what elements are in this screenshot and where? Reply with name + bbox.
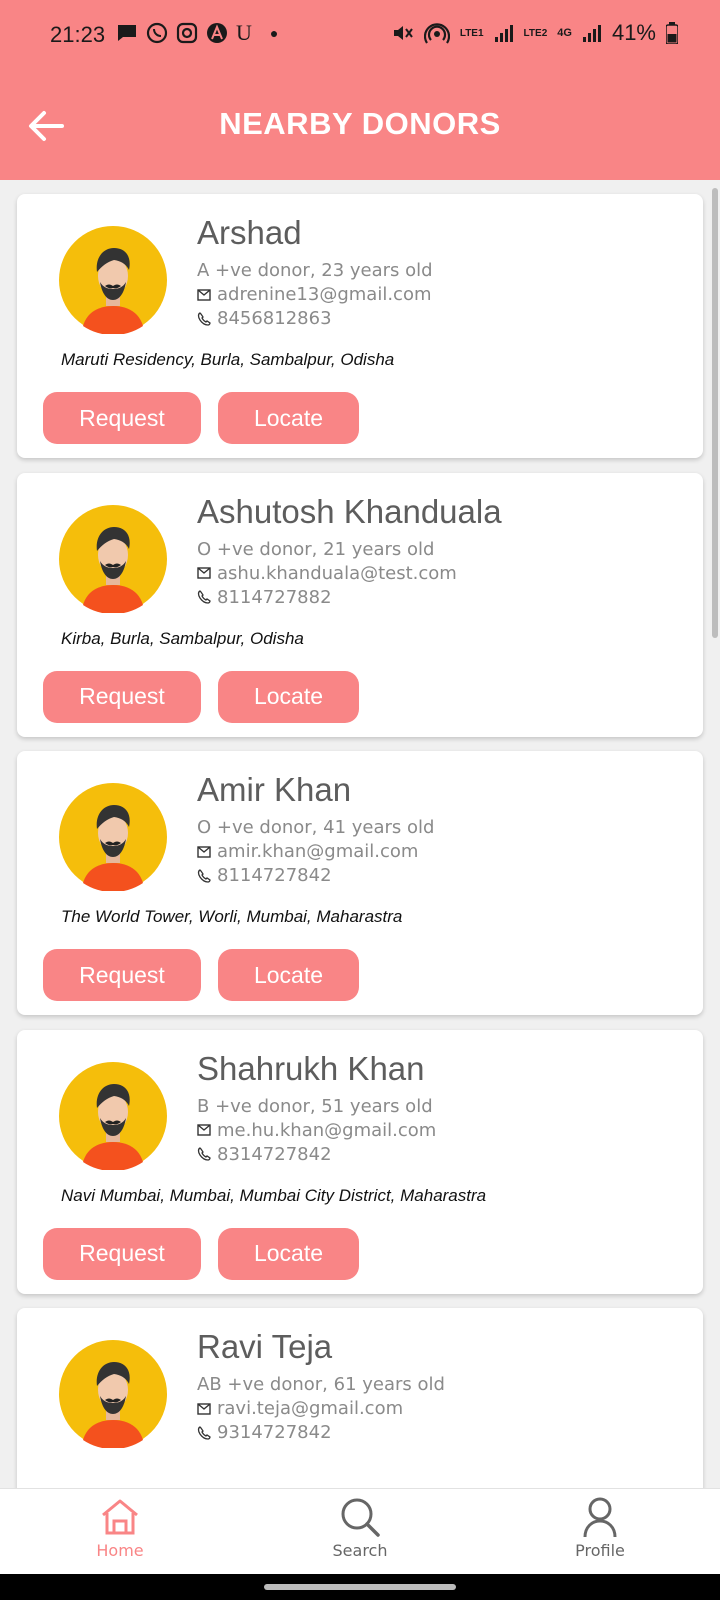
home-gesture-pill[interactable] bbox=[264, 1584, 456, 1590]
notification-icons: U ● bbox=[116, 20, 278, 46]
donor-phone: 8456812863 bbox=[197, 308, 332, 329]
avatar bbox=[59, 226, 167, 334]
donor-phone-text: 8114727842 bbox=[217, 865, 332, 886]
battery-icon bbox=[666, 22, 678, 44]
donor-phone-text: 8456812863 bbox=[217, 308, 332, 329]
donor-blood-age: B +ve donor, 51 years old bbox=[197, 1095, 433, 1117]
donor-name: Ashutosh Khanduala bbox=[197, 492, 502, 530]
donor-email-text: adrenine13@gmail.com bbox=[217, 284, 432, 305]
donor-blood-age: A +ve donor, 23 years old bbox=[197, 260, 433, 281]
instagram-icon bbox=[176, 22, 198, 44]
donor-blood-age: AB +ve donor, 61 years old bbox=[197, 1374, 445, 1395]
donor-card: Shahrukh Khan B +ve donor, 51 years old … bbox=[17, 1029, 703, 1294]
notif-letter: U bbox=[236, 20, 252, 45]
message-icon bbox=[118, 25, 136, 41]
phone-icon bbox=[197, 1147, 211, 1161]
hotspot-icon bbox=[423, 23, 450, 44]
request-button[interactable]: Request bbox=[43, 1227, 201, 1280]
mail-icon bbox=[197, 845, 211, 858]
avatar bbox=[59, 783, 167, 891]
donor-address: The World Tower, Worli, Mumbai, Maharast… bbox=[61, 907, 403, 926]
sim1-label: LTE1 bbox=[459, 27, 484, 39]
donor-email: ravi.teja@gmail.com bbox=[197, 1398, 403, 1419]
signal-icon-2 bbox=[582, 25, 601, 42]
nav-profile-label: Profile bbox=[575, 1541, 625, 1560]
phone-icon bbox=[197, 590, 211, 604]
avatar bbox=[59, 1061, 167, 1170]
donor-phone-text: 8314727842 bbox=[217, 1143, 332, 1165]
donor-name: Arshad bbox=[197, 214, 302, 251]
mute-icon bbox=[393, 26, 413, 40]
donor-phone-text: 8114727882 bbox=[217, 586, 332, 608]
nav-profile[interactable]: Profile bbox=[530, 1495, 670, 1560]
system-nav-bar bbox=[0, 1574, 720, 1600]
app-bar: NEARBY DONORS bbox=[0, 72, 720, 180]
net-type: 4G bbox=[557, 27, 572, 39]
search-icon bbox=[341, 1498, 380, 1537]
status-time: 21:23 bbox=[50, 22, 106, 47]
mail-icon bbox=[197, 1402, 211, 1415]
donor-email: ashu.khanduala@test.com bbox=[197, 563, 457, 584]
donor-phone: 8114727842 bbox=[197, 865, 332, 886]
system-icons: LTE1 LTE2 4G 41% bbox=[390, 20, 678, 46]
donor-card: Ravi Teja AB +ve donor, 61 years old rav… bbox=[17, 1308, 703, 1488]
donor-name: Amir Khan bbox=[197, 771, 352, 808]
locate-button[interactable]: Locate bbox=[218, 949, 359, 1001]
bottom-navigation: Home Search Profile bbox=[0, 1488, 720, 1575]
whatsapp-icon bbox=[146, 22, 168, 44]
mail-icon bbox=[197, 567, 211, 579]
avatar bbox=[59, 504, 167, 613]
donor-address: Maruti Residency, Burla, Sambalpur, Odis… bbox=[61, 350, 395, 369]
donor-phone: 9314727842 bbox=[197, 1422, 332, 1443]
app-a-icon bbox=[207, 23, 227, 43]
nav-home[interactable]: Home bbox=[50, 1495, 190, 1560]
battery-percent: 41% bbox=[611, 20, 656, 45]
donor-email-text: me.hu.khan@gmail.com bbox=[217, 1119, 437, 1141]
phone-icon bbox=[197, 1425, 211, 1440]
donor-email-text: amir.khan@gmail.com bbox=[217, 841, 419, 862]
donor-name: Shahrukh Khan bbox=[197, 1049, 425, 1087]
signal-icon bbox=[494, 25, 513, 42]
donor-email: me.hu.khan@gmail.com bbox=[197, 1120, 436, 1141]
phone-icon bbox=[197, 868, 211, 883]
mail-icon bbox=[197, 288, 211, 301]
locate-button[interactable]: Locate bbox=[218, 670, 359, 723]
nav-search-label: Search bbox=[332, 1541, 388, 1560]
donor-name: Ravi Teja bbox=[197, 1328, 333, 1365]
locate-button[interactable]: Locate bbox=[218, 1227, 359, 1280]
donor-list[interactable]: Arshad A +ve donor, 23 years old adrenin… bbox=[0, 180, 720, 1488]
donor-card: Ashutosh Khanduala O +ve donor, 21 years… bbox=[17, 472, 703, 737]
page-title: NEARBY DONORS bbox=[219, 106, 501, 141]
request-button[interactable]: Request bbox=[43, 392, 201, 444]
donor-phone-text: 9314727842 bbox=[217, 1422, 332, 1443]
nav-search[interactable]: Search bbox=[290, 1495, 430, 1560]
donor-address: Navi Mumbai, Mumbai, Mumbai City Distric… bbox=[61, 1185, 487, 1205]
request-button[interactable]: Request bbox=[43, 949, 201, 1001]
avatar bbox=[59, 1340, 167, 1448]
donor-blood-age: O +ve donor, 21 years old bbox=[197, 538, 435, 560]
donor-phone: 8114727882 bbox=[197, 587, 332, 608]
donor-email-text: ashu.khanduala@test.com bbox=[217, 562, 457, 584]
donor-phone: 8314727842 bbox=[197, 1144, 332, 1165]
donor-email: adrenine13@gmail.com bbox=[197, 284, 432, 305]
home-icon bbox=[102, 1499, 138, 1535]
scrollbar[interactable] bbox=[712, 188, 718, 638]
mail-icon bbox=[197, 1124, 211, 1136]
phone-icon bbox=[197, 311, 211, 326]
nav-home-label: Home bbox=[96, 1541, 144, 1560]
donor-card: Amir Khan O +ve donor, 41 years old amir… bbox=[17, 751, 703, 1015]
locate-button[interactable]: Locate bbox=[218, 392, 359, 444]
donor-email-text: ravi.teja@gmail.com bbox=[217, 1398, 404, 1419]
donor-email: amir.khan@gmail.com bbox=[197, 841, 418, 862]
request-button[interactable]: Request bbox=[43, 670, 201, 723]
profile-icon bbox=[583, 1497, 617, 1538]
more-dot-icon: ● bbox=[269, 25, 279, 41]
donor-blood-age: O +ve donor, 41 years old bbox=[197, 817, 435, 838]
status-bar: 21:23 U ● LTE1 LTE2 4G 41% bbox=[0, 0, 720, 72]
donor-card: Arshad A +ve donor, 23 years old adrenin… bbox=[17, 194, 703, 458]
donor-address: Kirba, Burla, Sambalpur, Odisha bbox=[61, 628, 304, 648]
sim2-label: LTE2 bbox=[523, 27, 548, 39]
